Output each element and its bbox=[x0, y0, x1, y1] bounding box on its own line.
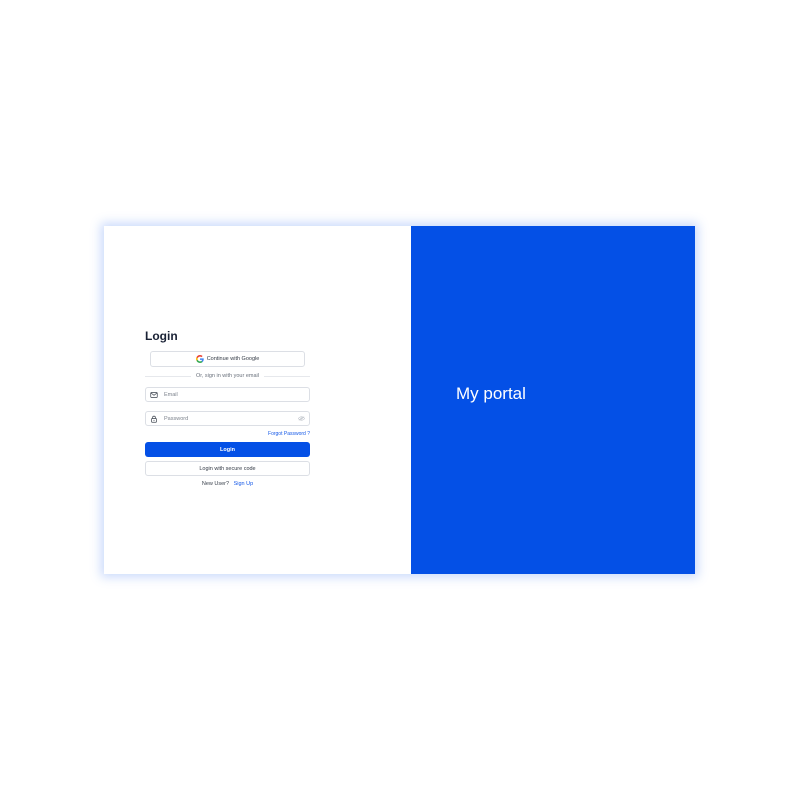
lock-icon bbox=[151, 415, 157, 423]
login-card: Login Continue with Google Or, sign in w… bbox=[104, 226, 695, 574]
mail-icon bbox=[150, 391, 158, 398]
password-field-wrapper bbox=[145, 411, 310, 426]
login-button[interactable]: Login bbox=[145, 442, 310, 457]
login-panel: Login Continue with Google Or, sign in w… bbox=[104, 226, 411, 574]
login-form: Login Continue with Google Or, sign in w… bbox=[145, 329, 310, 487]
email-input[interactable] bbox=[164, 391, 294, 398]
google-icon bbox=[195, 355, 204, 363]
login-with-secure-code-button[interactable]: Login with secure code bbox=[145, 461, 310, 476]
continue-with-google-button[interactable]: Continue with Google bbox=[150, 351, 305, 367]
divider-line-right bbox=[263, 375, 310, 377]
signup-row: New User? Sign Up bbox=[145, 481, 310, 487]
password-input[interactable] bbox=[164, 415, 294, 422]
eye-icon[interactable] bbox=[298, 416, 305, 421]
email-field-wrapper bbox=[145, 387, 310, 402]
sign-up-link[interactable]: Sign Up bbox=[234, 481, 254, 487]
page-title: Login bbox=[145, 329, 178, 343]
divider-line-left bbox=[145, 375, 192, 377]
brand-panel: My portal bbox=[411, 226, 695, 574]
forgot-password-link[interactable]: Forgot Password ? bbox=[145, 431, 310, 437]
new-user-text: New User? bbox=[201, 481, 230, 487]
portal-title: My portal bbox=[456, 384, 526, 403]
or-divider: Or, sign in with your email bbox=[145, 373, 310, 379]
divider-text: Or, sign in with your email bbox=[196, 373, 259, 379]
google-button-label: Continue with Google bbox=[206, 356, 260, 362]
